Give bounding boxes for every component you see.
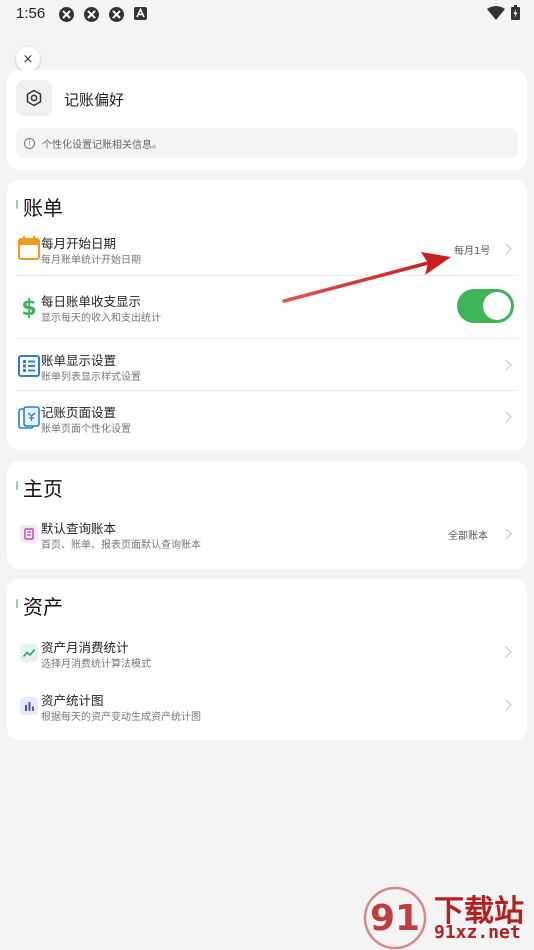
- row-bookkeeping-page-settings[interactable]: 记账页面设置 账单页面个性化设置: [7, 391, 527, 445]
- row-title: 记账页面设置: [41, 405, 117, 420]
- row-value: 全部账本: [448, 531, 488, 542]
- settings-gear-icon: [16, 80, 52, 116]
- svg-text:$: $: [21, 296, 36, 319]
- chevron-right-icon: [500, 243, 512, 255]
- wifi-icon: [487, 5, 505, 20]
- row-subtitle: 根据每天的资产变动生成资产统计图: [41, 712, 201, 723]
- chevron-right-icon: [500, 646, 512, 658]
- preferences-header-card: 记账偏好 i 个性化设置记账相关信息。: [7, 70, 527, 170]
- app-notification-icon: [83, 6, 100, 23]
- row-subtitle: 每月账单统计开始日期: [41, 255, 141, 266]
- status-bar: 1:56: [0, 0, 534, 28]
- status-system-icons: [487, 5, 520, 20]
- row-bill-display-settings[interactable]: 账单显示设置 账单列表显示样式设置: [7, 339, 527, 389]
- row-subtitle: 显示每天的收入和支出统计: [41, 313, 161, 324]
- app-notification-icon: [108, 6, 125, 23]
- app-notification-icon: [58, 6, 75, 23]
- chevron-right-icon: [500, 359, 512, 371]
- info-banner: i 个性化设置记账相关信息。: [16, 128, 518, 158]
- info-text: 个性化设置记账相关信息。: [42, 139, 162, 151]
- section-title-bill: 账单: [23, 196, 63, 220]
- chevron-right-icon: [500, 528, 512, 540]
- daily-display-toggle[interactable]: [457, 289, 514, 323]
- row-default-ledger[interactable]: 默认查询账本 首页、账单、报表页面默认查询账本 全部账本: [7, 509, 527, 559]
- row-month-start-date[interactable]: 每月开始日期 每月账单统计开始日期 每月1号: [7, 224, 527, 274]
- row-title: 账单显示设置: [41, 353, 117, 368]
- row-title: 资产统计图: [41, 693, 104, 708]
- row-asset-monthly-consumption[interactable]: 资产月消费统计 选择月消费统计算法模式: [7, 629, 527, 679]
- row-daily-bill-display[interactable]: $ 每日账单收支显示 显示每天的收入和支出统计: [7, 276, 527, 336]
- trend-icon: [18, 642, 40, 664]
- row-title: 每月开始日期: [41, 236, 117, 251]
- row-subtitle: 账单列表显示样式设置: [41, 372, 141, 383]
- close-button[interactable]: ×: [16, 47, 40, 71]
- dollar-icon: $: [18, 296, 40, 319]
- a-notification-icon: [133, 6, 150, 23]
- row-subtitle: 首页、账单、报表页面默认查询账本: [41, 540, 201, 551]
- bar-chart-icon: [18, 695, 40, 717]
- battery-icon: [511, 5, 520, 20]
- chevron-right-icon: [500, 411, 512, 423]
- asset-section-card: 资产 资产月消费统计 选择月消费统计算法模式 资产统计图 根据每天的资产变动生成…: [7, 579, 527, 740]
- chevron-right-icon: [500, 699, 512, 711]
- status-time: 1:56: [16, 5, 46, 22]
- home-section-card: 主页 默认查询账本 首页、账单、报表页面默认查询账本 全部账本: [7, 461, 527, 569]
- watermark: 91 下载站 91xz.net: [360, 886, 534, 950]
- close-icon: ×: [22, 51, 34, 67]
- row-subtitle: 账单页面个性化设置: [41, 424, 131, 435]
- row-title: 默认查询账本: [41, 521, 117, 536]
- row-value: 每月1号: [454, 246, 491, 257]
- receipt-icon: [18, 406, 40, 429]
- page-title: 记账偏好: [64, 91, 125, 109]
- svg-text:91: 91: [370, 898, 420, 939]
- watermark-sub-text: 91xz.net: [434, 922, 521, 943]
- section-accent-bar: [16, 599, 18, 608]
- section-accent-bar: [16, 481, 18, 490]
- row-title: 每日账单收支显示: [41, 294, 142, 309]
- row-title: 资产月消费统计: [41, 640, 129, 655]
- row-asset-chart[interactable]: 资产统计图 根据每天的资产变动生成资产统计图: [7, 682, 527, 732]
- watermark-logo-icon: 91: [363, 886, 427, 950]
- calendar-icon: [18, 236, 40, 260]
- ledger-icon: [18, 523, 40, 545]
- info-icon: i: [24, 137, 35, 149]
- status-notification-icons: [58, 6, 150, 23]
- row-subtitle: 选择月消费统计算法模式: [41, 659, 151, 670]
- section-title-home: 主页: [23, 477, 63, 501]
- list-icon: [18, 355, 40, 377]
- toggle-knob: [483, 292, 511, 320]
- section-accent-bar: [16, 200, 18, 209]
- section-title-asset: 资产: [23, 595, 63, 619]
- bill-section-card: 账单 每月开始日期 每月账单统计开始日期 每月1号 $ 每日账单收支显示 显示每…: [7, 180, 527, 450]
